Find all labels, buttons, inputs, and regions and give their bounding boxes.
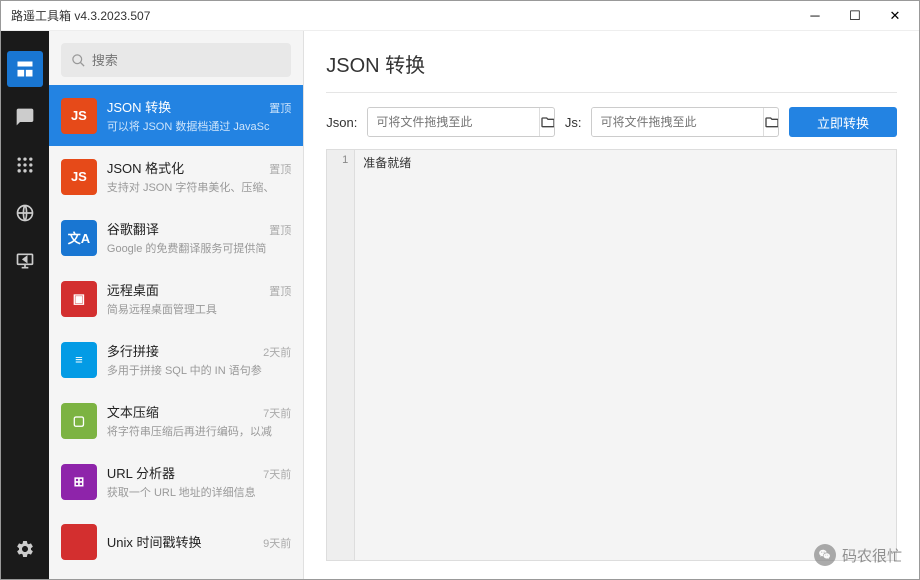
page-title: JSON 转换 (304, 31, 919, 92)
tool-item[interactable]: ▣ 远程桌面 置顶 简易远程桌面管理工具 (49, 268, 303, 329)
js-label: Js: (565, 115, 582, 130)
tool-title: 多行拼接 (107, 341, 159, 360)
tool-icon (61, 524, 97, 560)
rail-monitor-icon[interactable] (7, 243, 43, 279)
tool-title: 文本压缩 (107, 402, 159, 421)
tool-badge: 置顶 (269, 161, 291, 177)
js-folder-button[interactable] (763, 108, 779, 136)
tool-title: Unix 时间戳转换 (107, 532, 202, 551)
tool-desc: 可以将 JSON 数据档通过 JavaSc (107, 118, 291, 134)
convert-button[interactable]: 立即转换 (789, 107, 897, 137)
tool-badge: 置顶 (269, 222, 291, 238)
js-file-group (591, 107, 779, 137)
tool-icon: JS (61, 98, 97, 134)
minimize-button[interactable]: ─ (795, 2, 835, 30)
tool-desc: 将字符串压缩后再进行编码，以减 (107, 423, 291, 439)
rail-settings-icon[interactable] (7, 531, 43, 567)
content-area: JSON 转换 Json: Js: 立即转换 1 准备就绪 (304, 31, 919, 579)
tool-desc: 支持对 JSON 字符串美化、压缩、 (107, 179, 291, 195)
tool-icon: ▣ (61, 281, 97, 317)
tool-badge: 9天前 (263, 535, 291, 551)
tool-desc: Google 的免费翻译服务可提供简 (107, 240, 291, 256)
editor-status-text: 准备就绪 (355, 150, 896, 560)
close-button[interactable]: ✕ (875, 2, 915, 30)
tool-badge: 7天前 (263, 466, 291, 482)
json-file-input[interactable] (368, 108, 539, 136)
tool-item[interactable]: Unix 时间戳转换 9天前 (49, 512, 303, 572)
tool-title: JSON 转换 (107, 97, 171, 116)
tool-icon: ▢ (61, 403, 97, 439)
tool-icon: JS (61, 159, 97, 195)
tool-item[interactable]: JS JSON 转换 置顶 可以将 JSON 数据档通过 JavaSc (49, 85, 303, 146)
window-title: 路遥工具箱 v4.3.2023.507 (11, 7, 150, 24)
maximize-button[interactable]: ☐ (835, 2, 875, 30)
tool-badge: 置顶 (269, 283, 291, 299)
tool-title: JSON 格式化 (107, 158, 184, 177)
tool-title: 远程桌面 (107, 280, 159, 299)
json-file-group (367, 107, 555, 137)
tool-icon: ⊞ (61, 464, 97, 500)
tool-icon: ≡ (61, 342, 97, 378)
folder-icon (540, 114, 555, 130)
tool-desc: 获取一个 URL 地址的详细信息 (107, 484, 291, 500)
tool-sidebar: JS JSON 转换 置顶 可以将 JSON 数据档通过 JavaSc JS J… (49, 31, 304, 579)
tool-badge: 7天前 (263, 405, 291, 421)
tool-item[interactable]: 文A 谷歌翻译 置顶 Google 的免费翻译服务可提供简 (49, 207, 303, 268)
tool-icon: 文A (61, 220, 97, 256)
tool-item[interactable]: ⊞ URL 分析器 7天前 获取一个 URL 地址的详细信息 (49, 451, 303, 512)
search-input[interactable] (92, 53, 281, 68)
line-gutter: 1 (327, 150, 355, 560)
nav-rail (1, 31, 49, 579)
tool-item[interactable]: ≡ 多行拼接 2天前 多用于拼接 SQL 中的 IN 语句参 (49, 329, 303, 390)
js-file-input[interactable] (592, 108, 763, 136)
rail-chat-icon[interactable] (7, 99, 43, 135)
tool-item[interactable]: JS JSON 格式化 置顶 支持对 JSON 字符串美化、压缩、 (49, 146, 303, 207)
tool-badge: 2天前 (263, 344, 291, 360)
rail-globe-icon[interactable] (7, 195, 43, 231)
json-label: Json: (326, 115, 357, 130)
editor-area[interactable]: 1 准备就绪 (326, 149, 897, 561)
tool-desc: 多用于拼接 SQL 中的 IN 语句参 (107, 362, 291, 378)
tool-desc: 简易远程桌面管理工具 (107, 301, 291, 317)
tool-item[interactable]: ▢ 文本压缩 7天前 将字符串压缩后再进行编码，以减 (49, 390, 303, 451)
folder-icon (764, 114, 779, 130)
tool-title: URL 分析器 (107, 463, 175, 482)
rail-tools-icon[interactable] (7, 51, 43, 87)
tool-title: 谷歌翻译 (107, 219, 159, 238)
search-icon (71, 53, 86, 68)
search-box[interactable] (61, 43, 291, 77)
json-folder-button[interactable] (539, 108, 555, 136)
rail-grid-icon[interactable] (7, 147, 43, 183)
tool-badge: 置顶 (269, 100, 291, 116)
